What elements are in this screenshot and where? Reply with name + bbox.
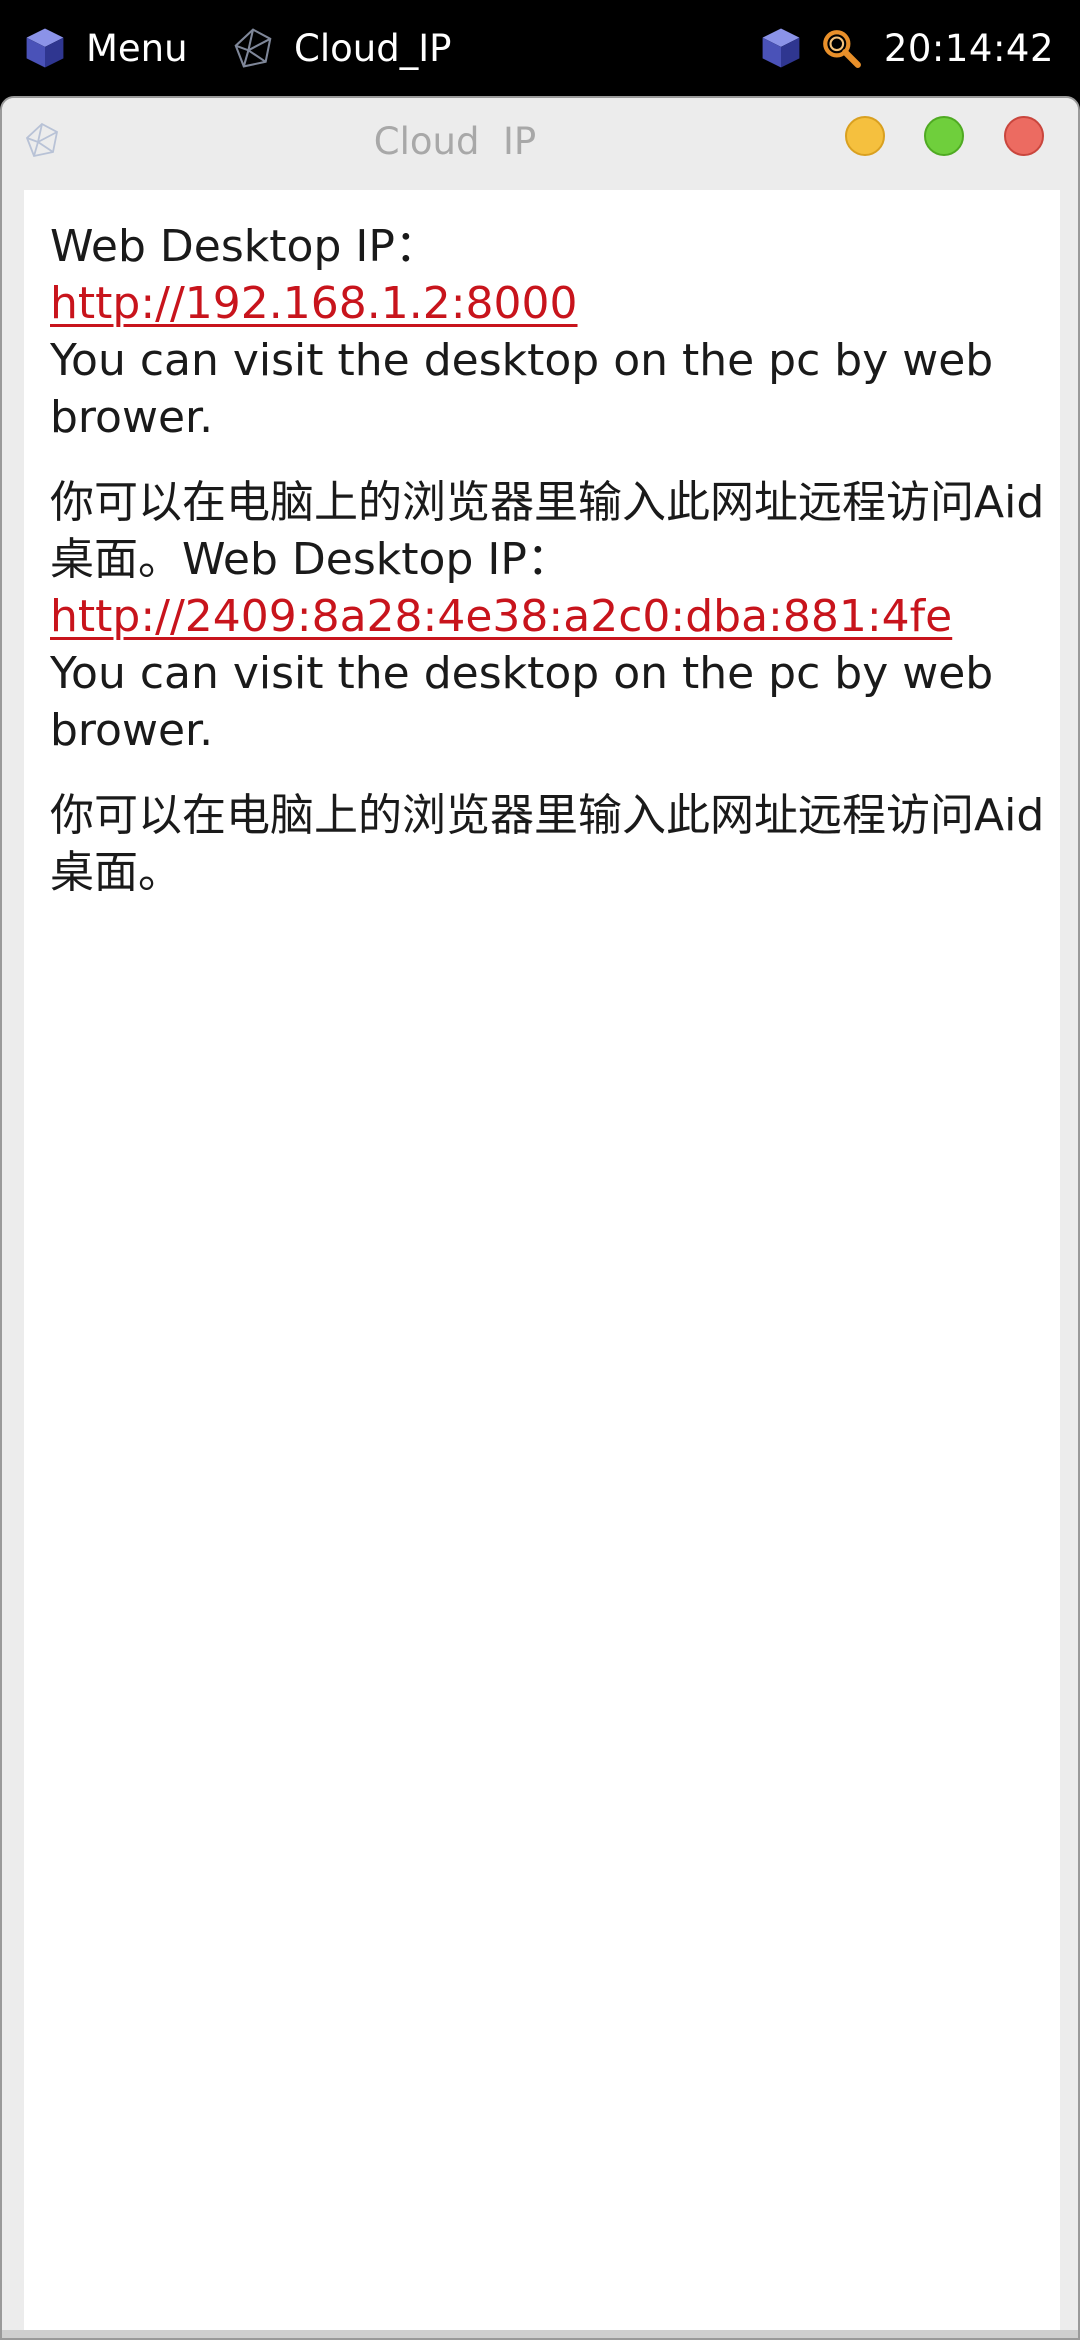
- window-titlebar[interactable]: Cloud IP: [2, 98, 1078, 186]
- search-icon: [823, 30, 861, 68]
- taskbar-app-cloud-ip[interactable]: Cloud_IP: [230, 0, 451, 96]
- top-taskbar: Menu Cloud_IP 20:14:42: [0, 0, 1080, 96]
- wireframe-icon: [234, 28, 272, 68]
- menu-button[interactable]: Menu: [22, 0, 188, 96]
- description-1: You can visit the desktop on the pc by w…: [50, 335, 994, 443]
- content-area: Web Desktop IP： http://192.168.1.2:8000 …: [24, 190, 1060, 2330]
- ip-link-2[interactable]: http://2409:8a28:4e38:a2c0:dba:881:4fe: [50, 588, 1060, 645]
- cube-icon: [26, 28, 64, 68]
- menu-label: Menu: [86, 26, 188, 70]
- ip-label-1: Web Desktop IP：: [50, 221, 439, 272]
- ip-link-1[interactable]: http://192.168.1.2:8000: [50, 275, 1060, 332]
- cloud-ip-window: Cloud IP Web Desktop IP： http://192.168.…: [0, 96, 1080, 2340]
- description-2: You can visit the desktop on the pc by w…: [50, 648, 994, 756]
- ip-info: Web Desktop IP： http://192.168.1.2:8000 …: [50, 218, 1060, 901]
- search-button[interactable]: [820, 0, 862, 96]
- window-title: Cloud IP: [373, 120, 537, 163]
- ip-label-2: Web Desktop IP：: [182, 534, 571, 585]
- minimize-button[interactable]: [845, 116, 885, 156]
- clock: 20:14:42: [883, 26, 1054, 70]
- taskbar-cube-button[interactable]: [758, 0, 822, 96]
- cube-icon: [762, 28, 800, 68]
- description-cn-2: 你可以在电脑上的浏览器里输入此网址远程访问Aid桌面。: [50, 790, 1045, 898]
- maximize-button[interactable]: [924, 116, 964, 156]
- close-button[interactable]: [1004, 116, 1044, 156]
- window-bottom-edge: [2, 2330, 1078, 2338]
- app-label: Cloud_IP: [294, 26, 452, 70]
